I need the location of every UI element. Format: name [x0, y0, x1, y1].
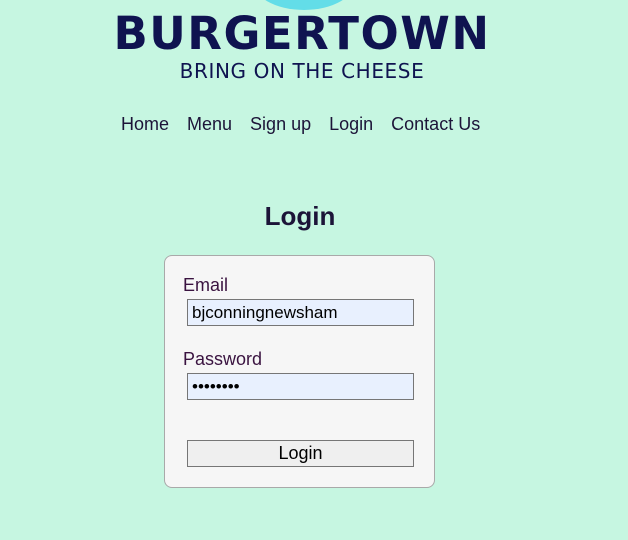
- nav-link-home[interactable]: Home: [121, 114, 169, 134]
- nav-link-signup[interactable]: Sign up: [250, 114, 311, 134]
- nav-link-menu[interactable]: Menu: [187, 114, 232, 134]
- email-label: Email: [183, 275, 229, 295]
- password-field[interactable]: [187, 373, 414, 400]
- brand-tagline: BRING ON THE CHEESE: [179, 59, 425, 83]
- login-button[interactable]: Login: [187, 440, 414, 467]
- brand-title: BURGERTOWN: [113, 7, 491, 60]
- password-label: Password: [183, 349, 263, 369]
- page-title: Login: [264, 201, 336, 231]
- email-field[interactable]: [187, 299, 414, 326]
- login-form: Email Password Login: [164, 255, 435, 488]
- main-nav: Home Menu Sign up Login Contact Us: [121, 114, 480, 134]
- nav-link-login[interactable]: Login: [329, 114, 373, 134]
- nav-link-contact-us[interactable]: Contact Us: [391, 114, 480, 134]
